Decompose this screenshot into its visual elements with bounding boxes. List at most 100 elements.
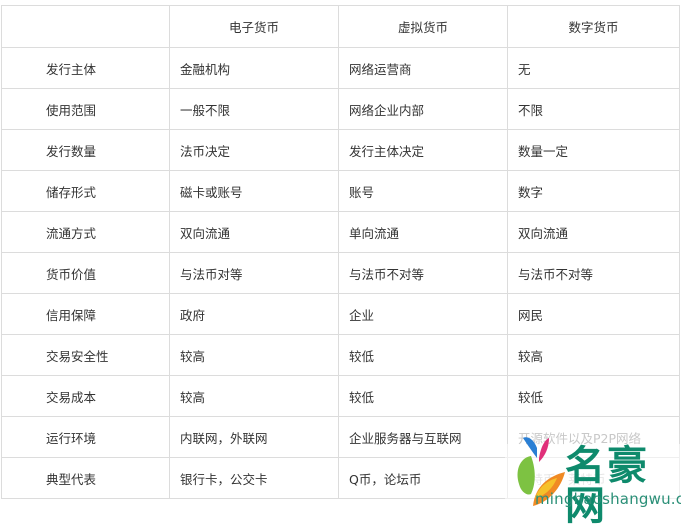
table-row: 信用保障 政府 企业 网民 (1, 293, 680, 335)
cell-value: 较低 (349, 348, 375, 364)
table-row: 运行环境 内联网，外联网 企业服务器与互联网 开源软件以及P2P网络 (1, 416, 680, 458)
cell-value: 企业服务器与互联网 (349, 430, 462, 446)
table-row: 发行主体 金融机构 网络运营商 无 (1, 47, 680, 89)
row-label: 运行环境 (46, 430, 97, 446)
table-cell: 较低 (507, 375, 680, 417)
cell-value: 数字 (518, 184, 544, 200)
row-label: 发行数量 (46, 143, 97, 159)
table-cell: 一般不限 (169, 88, 339, 130)
row-label-cell: 货币价值 (1, 252, 170, 294)
cell-value: 一般不限 (180, 102, 231, 118)
cell-value: 数量一定 (518, 143, 569, 159)
row-label-cell: 流通方式 (1, 211, 170, 253)
table-cell: 不限 (507, 88, 680, 130)
table-cell: 较低 (338, 334, 508, 376)
table-row: 流通方式 双向流通 单向流通 双向流通 (1, 211, 680, 253)
cell-value: Q币，论坛币 (349, 471, 422, 487)
table-cell: 网民 (507, 293, 680, 335)
column-header: 电子货币 (169, 5, 339, 48)
table-cell: 法币决定 (169, 129, 339, 171)
row-label-cell: 储存形式 (1, 170, 170, 212)
row-label-cell: 信用保障 (1, 293, 170, 335)
cell-value: 与法币不对等 (518, 266, 594, 282)
table-row: 使用范围 一般不限 网络企业内部 不限 (1, 88, 680, 130)
row-label-cell: 发行数量 (1, 129, 170, 171)
table-cell: 数量一定 (507, 129, 680, 171)
cell-value: 银行卡，公交卡 (180, 471, 268, 487)
table-cell: 金融机构 (169, 47, 339, 89)
table-cell: 双向流通 (507, 211, 680, 253)
cell-value: 较高 (180, 389, 206, 405)
table-cell: 企业服务器与互联网 (338, 416, 508, 458)
table-cell: 开源软件以及P2P网络 (507, 416, 680, 458)
table-row: 发行数量 法币决定 发行主体决定 数量一定 (1, 129, 680, 171)
column-header: 虚拟货币 (338, 5, 508, 48)
column-header-label: 电子货币 (228, 20, 279, 35)
table-row: 货币价值 与法币对等 与法币不对等 与法币不对等 (1, 252, 680, 294)
column-header-label: 虚拟货币 (397, 20, 448, 35)
row-label: 典型代表 (46, 471, 97, 487)
row-label: 信用保障 (46, 307, 97, 323)
table-cell: 与法币不对等 (338, 252, 508, 294)
cell-value: 金融机构 (180, 61, 231, 77)
table-cell: 发行主体决定 (338, 129, 508, 171)
cell-value: 较低 (518, 389, 544, 405)
row-label: 储存形式 (46, 184, 97, 200)
cell-value: 无 (518, 61, 531, 77)
cell-value: 与法币不对等 (349, 266, 425, 282)
table-cell: 较高 (169, 375, 339, 417)
row-label: 交易安全性 (46, 348, 109, 364)
table-cell: 较低 (338, 375, 508, 417)
cell-value: 较低 (349, 389, 375, 405)
row-label-cell: 交易成本 (1, 375, 170, 417)
table-cell: 单向流通 (338, 211, 508, 253)
cell-value: 磁卡或账号 (180, 184, 243, 200)
cell-value: 双向流通 (518, 225, 569, 241)
cell-value: 开源软件以及P2P网络 (518, 430, 642, 446)
currency-comparison-table: 电子货币 虚拟货币 数字货币发行主体 金融机构 网络运营商 无使用范围 一般不限 网络企业内部… (1, 5, 680, 499)
row-label-cell: 交易安全性 (1, 334, 170, 376)
cell-value: 网络运营商 (349, 61, 412, 77)
table-cell: 双向流通 (169, 211, 339, 253)
table-row: 交易安全性 较高 较低 较高 (1, 334, 680, 376)
column-header (1, 5, 170, 48)
row-label-cell: 使用范围 (1, 88, 170, 130)
table-cell: 无 (507, 47, 680, 89)
cell-value: 政府 (180, 307, 206, 323)
cell-value: 不限 (518, 102, 544, 118)
row-label-cell: 发行主体 (1, 47, 170, 89)
cell-value: 企业 (349, 307, 375, 323)
column-header-label: 数字货币 (568, 20, 619, 35)
table-cell: 网络企业内部 (338, 88, 508, 130)
row-label: 流通方式 (46, 225, 97, 241)
row-label-cell: 运行环境 (1, 416, 170, 458)
row-label-cell: 典型代表 (1, 457, 170, 499)
row-label: 发行主体 (46, 61, 97, 77)
cell-value: 双向流通 (180, 225, 231, 241)
table-cell: 银行卡，公交卡 (169, 457, 339, 499)
cell-value: 网民 (518, 307, 544, 323)
table-header-row: 电子货币 虚拟货币 数字货币 (1, 5, 680, 48)
table-row: 典型代表 银行卡，公交卡 Q币，论坛币 比特币，莱特币 (1, 457, 680, 499)
table-cell: 与法币对等 (169, 252, 339, 294)
table-cell: 网络运营商 (338, 47, 508, 89)
table-cell: 政府 (169, 293, 339, 335)
cell-value: 与法币对等 (180, 266, 243, 282)
cell-value: 单向流通 (349, 225, 400, 241)
table-cell: 内联网，外联网 (169, 416, 339, 458)
table-cell: 与法币不对等 (507, 252, 680, 294)
table-cell: Q币，论坛币 (338, 457, 508, 499)
table-cell: 磁卡或账号 (169, 170, 339, 212)
cell-value: 发行主体决定 (349, 143, 425, 159)
cell-value: 较高 (180, 348, 206, 364)
table-cell: 数字 (507, 170, 680, 212)
table-cell: 较高 (169, 334, 339, 376)
table-row: 交易成本 较高 较低 较低 (1, 375, 680, 417)
table-cell: 较高 (507, 334, 680, 376)
table-row: 储存形式 磁卡或账号 账号 数字 (1, 170, 680, 212)
cell-value: 较高 (518, 348, 544, 364)
table-cell: 企业 (338, 293, 508, 335)
row-label: 使用范围 (46, 102, 97, 118)
cell-value: 比特币，莱特币 (518, 471, 606, 487)
table-cell: 账号 (338, 170, 508, 212)
